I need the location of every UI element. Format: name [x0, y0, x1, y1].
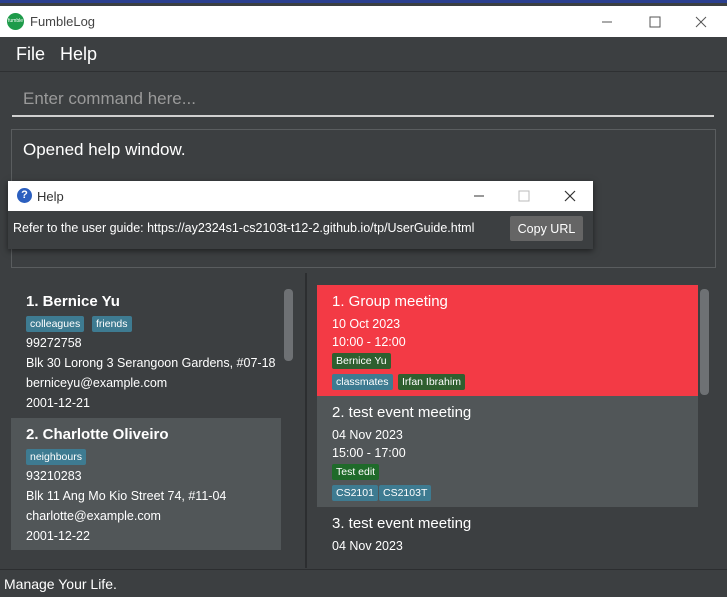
event-card[interactable]: 1. Group meeting 10 Oct 2023 10:00 - 12:…	[317, 285, 698, 396]
event-date: 04 Nov 2023	[332, 428, 403, 442]
maximize-button[interactable]	[633, 8, 677, 36]
main-window: fumble FumbleLog File Help Opened help w…	[0, 0, 727, 597]
person-birthday: 2001-12-21	[26, 396, 90, 410]
person-tag: neighbours	[26, 449, 86, 465]
event-card[interactable]: 3. test event meeting 04 Nov 2023	[317, 507, 698, 555]
help-message: Refer to the user guide: https://ay2324s…	[13, 221, 475, 235]
event-time: 15:00 - 17:00	[332, 446, 406, 460]
event-date: 04 Nov 2023	[332, 539, 403, 553]
event-person-tag: Irfan Ibrahim	[398, 374, 465, 390]
person-card[interactable]: 1. Bernice Yu colleagues friends 9927275…	[11, 285, 281, 418]
event-card[interactable]: 2. test event meeting 04 Nov 2023 15:00 …	[317, 396, 698, 507]
person-list[interactable]: 1. Bernice Yu colleagues friends 9927275…	[11, 285, 294, 550]
person-address: Blk 11 Ang Mo Kio Street 74, #11-04	[26, 489, 227, 503]
help-close-button[interactable]	[550, 182, 590, 210]
close-button[interactable]	[679, 8, 723, 36]
event-group-tag: CS2103T	[379, 485, 432, 501]
app-logo-icon: fumble	[7, 13, 24, 30]
help-question-icon: ?	[17, 188, 32, 203]
event-group-tag: classmates	[332, 374, 393, 390]
title-bar[interactable]: fumble FumbleLog	[0, 6, 727, 37]
menu-file[interactable]: File	[16, 44, 45, 65]
list-area: 1. Bernice Yu colleagues friends 9927275…	[0, 273, 727, 568]
person-list-scrollbar[interactable]	[284, 289, 293, 361]
person-address: Blk 30 Lorong 3 Serangoon Gardens, #07-1…	[26, 356, 276, 370]
event-group-tag: CS2101	[332, 485, 378, 501]
event-list[interactable]: 1. Group meeting 10 Oct 2023 10:00 - 12:…	[317, 285, 711, 555]
command-box	[0, 73, 727, 124]
person-phone: 99272758	[26, 336, 82, 350]
person-email: charlotte@example.com	[26, 509, 161, 523]
event-person-tag: Bernice Yu	[332, 353, 391, 369]
menu-help[interactable]: Help	[60, 44, 97, 65]
help-minimize-button[interactable]	[459, 182, 499, 210]
status-text: Manage Your Life.	[4, 576, 117, 592]
menu-bar: File Help	[0, 37, 727, 72]
command-input[interactable]	[12, 83, 714, 117]
person-tag: friends	[92, 316, 132, 332]
close-icon	[695, 16, 707, 28]
event-date: 10 Oct 2023	[332, 317, 401, 331]
close-icon	[564, 190, 576, 202]
person-phone: 93210283	[26, 469, 82, 483]
window-title: FumbleLog	[30, 14, 96, 29]
person-name: 1. Bernice Yu	[26, 293, 120, 310]
person-name: 2. Charlotte Oliveiro	[26, 426, 169, 443]
person-birthday: 2001-12-22	[26, 529, 90, 543]
event-person-tag: Test edit	[332, 464, 380, 480]
help-title-bar[interactable]: ? Help	[8, 181, 593, 211]
event-name: 3. test event meeting	[332, 515, 472, 532]
maximize-icon	[518, 190, 530, 202]
person-email: berniceyu@example.com	[26, 376, 168, 390]
event-name: 2. test event meeting	[332, 404, 472, 421]
result-text: Opened help window.	[23, 140, 186, 159]
event-time: 10:00 - 12:00	[332, 335, 406, 349]
copy-url-button[interactable]: Copy URL	[510, 216, 583, 241]
minimize-button[interactable]	[585, 8, 629, 36]
minimize-icon	[602, 21, 612, 23]
status-bar: Manage Your Life.	[0, 569, 727, 597]
event-list-scrollbar[interactable]	[700, 289, 709, 395]
help-maximize-button[interactable]	[504, 182, 544, 210]
minimize-icon	[474, 195, 484, 197]
person-card[interactable]: 2. Charlotte Oliveiro neighbours 9321028…	[11, 418, 281, 550]
help-window-title: Help	[37, 189, 64, 204]
list-divider[interactable]	[305, 273, 307, 568]
person-tag: colleagues	[26, 316, 85, 332]
event-name: 1. Group meeting	[332, 293, 448, 310]
help-window: ? Help Refer to the user guide: https://…	[8, 181, 593, 249]
maximize-icon	[649, 16, 661, 28]
